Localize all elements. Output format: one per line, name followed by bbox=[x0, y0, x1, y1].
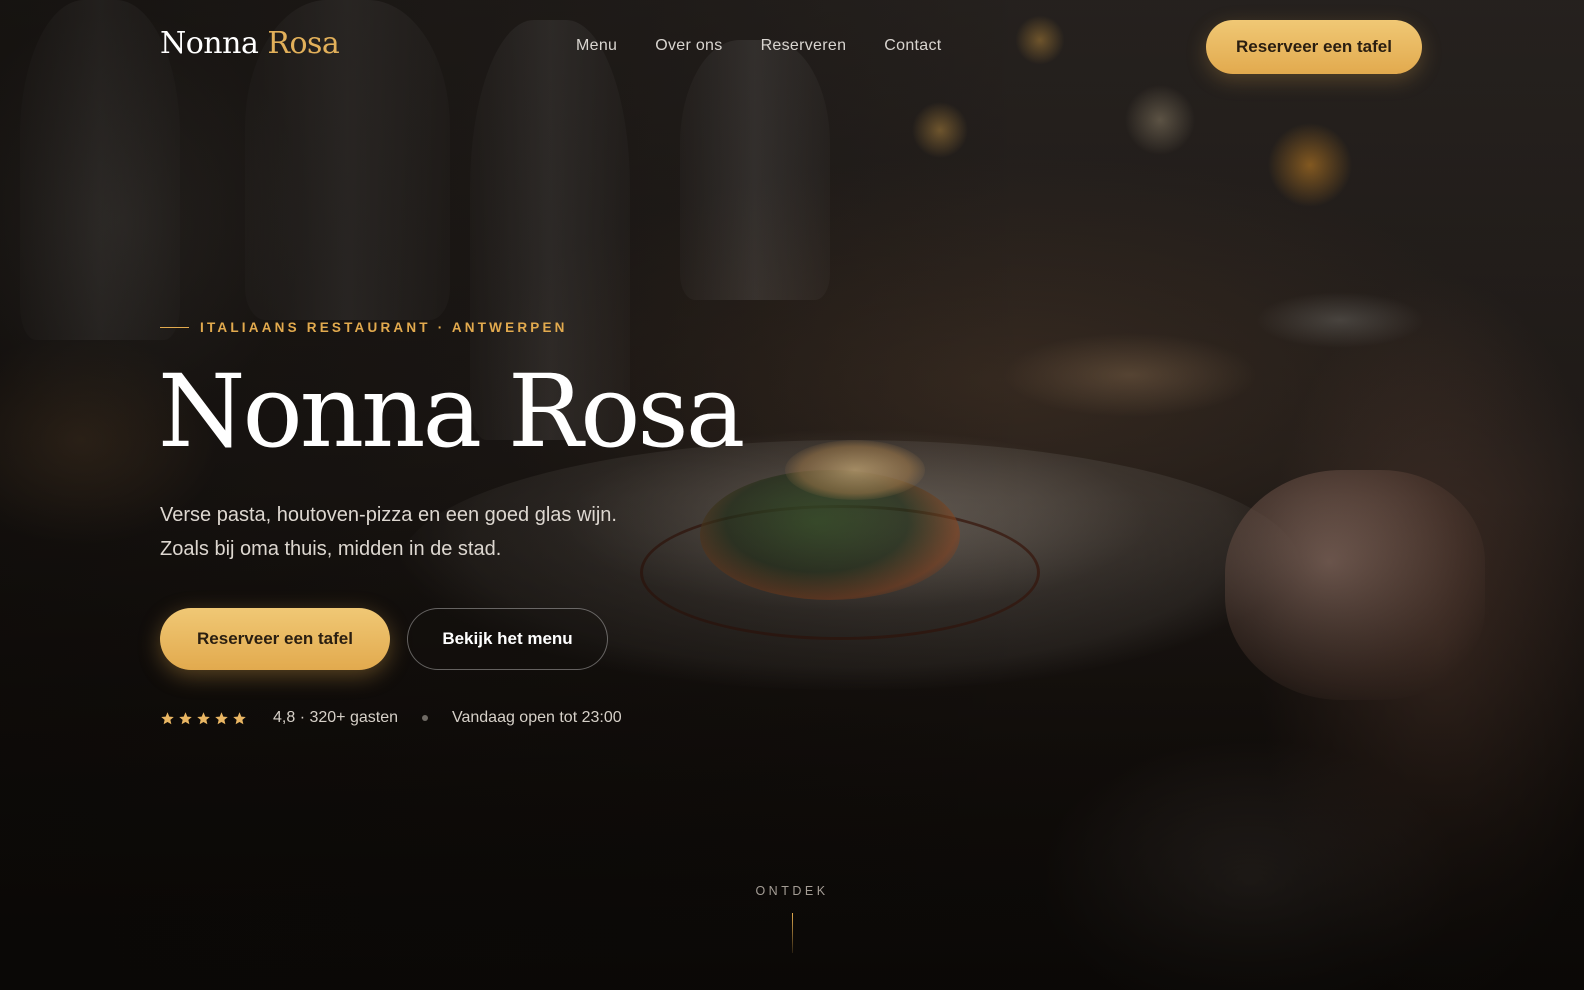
main-nav: Menu Over ons Reserveren Contact bbox=[576, 37, 942, 55]
eyebrow: ITALIAANS RESTAURANT · ANTWERPEN bbox=[160, 320, 568, 335]
separator-dot bbox=[421, 715, 428, 721]
opening-hours-text: Vandaag open tot 23:00 bbox=[451, 709, 622, 726]
star-icon bbox=[161, 711, 174, 724]
logo-name: Nonna bbox=[160, 26, 259, 61]
nav-link-over-ons[interactable]: Over ons bbox=[655, 37, 722, 55]
star-icon bbox=[179, 711, 192, 724]
scroll-indicator-line bbox=[792, 913, 793, 953]
reserve-table-button[interactable]: Reserveer een tafel bbox=[160, 608, 390, 670]
view-menu-button[interactable]: Bekijk het menu bbox=[407, 608, 608, 670]
header-reserve-button[interactable]: Reserveer een tafel bbox=[1206, 20, 1422, 74]
rating-text: 4,8 · 320+ gasten bbox=[273, 709, 398, 726]
star-icon bbox=[233, 711, 246, 724]
star-icon bbox=[215, 711, 228, 724]
star-icon bbox=[197, 711, 210, 724]
hero-title: Nonna Rosa bbox=[158, 353, 745, 470]
hero-section: Nonna Rosa Menu Over ons Reserveren Cont… bbox=[0, 0, 1584, 990]
nav-link-menu[interactable]: Menu bbox=[576, 37, 617, 55]
hero-meta: 4,8 · 320+ gasten Vandaag open tot 23:00 bbox=[160, 709, 622, 727]
rating-stars bbox=[160, 711, 247, 726]
image-overlay bbox=[0, 0, 1584, 990]
nav-link-contact[interactable]: Contact bbox=[884, 37, 941, 55]
hero-subtitle: Verse pasta, houtoven-pizza en een goed … bbox=[160, 504, 617, 560]
eyebrow-text: ITALIAANS RESTAURANT · ANTWERPEN bbox=[200, 320, 568, 335]
logo[interactable]: Nonna Rosa bbox=[160, 26, 340, 61]
nav-link-reserveren[interactable]: Reserveren bbox=[761, 37, 847, 55]
logo-accent-name: Rosa bbox=[267, 26, 340, 61]
scroll-indicator-label[interactable]: ONTDEK bbox=[742, 884, 842, 898]
eyebrow-line bbox=[160, 327, 189, 328]
